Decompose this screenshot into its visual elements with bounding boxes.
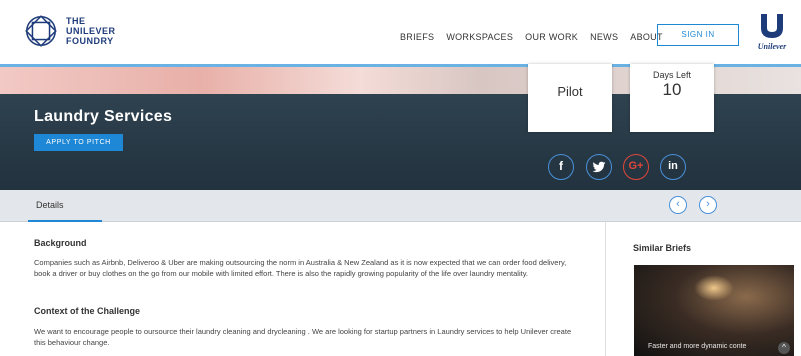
tab-details[interactable]: Details [36,200,64,210]
logo-line-3: FOUNDRY [66,36,114,46]
days-left-label: Days Left [652,70,692,80]
previous-brief-button[interactable]: ‹ [669,196,687,214]
main-nav: BRIEFS WORKSPACES OUR WORK NEWS ABOUT [400,32,663,42]
foundry-logo-icon [25,15,57,47]
context-heading: Context of the Challenge [34,306,141,316]
next-brief-button[interactable]: › [699,196,717,214]
days-left-card: Days Left 10 [630,64,714,132]
sign-in-button[interactable]: SIGN IN [657,24,739,46]
similar-brief-caption: Faster and more dynamic conte [648,343,747,350]
stage-label: Pilot [557,84,583,99]
unilever-u-icon [761,14,783,38]
google-plus-icon[interactable]: G+ [623,154,649,180]
nav-our-work[interactable]: OUR WORK [525,32,578,42]
background-heading: Background [34,238,87,248]
nav-news[interactable]: NEWS [590,32,618,42]
logo-line-1: THE [66,16,86,26]
card-image-light [694,275,734,301]
facebook-icon[interactable]: f [548,154,574,180]
brief-details: Background Companies such as Airbnb, Del… [0,222,606,356]
foundry-logo[interactable]: THE UNILEVER FOUNDRY [22,12,116,50]
page-title: Laundry Services [34,108,173,125]
stage-card: Pilot [528,64,612,132]
similar-briefs-sidebar: Similar Briefs Faster and more dynamic c… [607,222,801,356]
apply-to-pitch-button[interactable]: APPLY TO PITCH [34,134,123,151]
foundry-logo-text: THE UNILEVER FOUNDRY [66,16,116,46]
logo-line-2: UNILEVER [66,26,116,36]
days-left-value: 10 [662,80,682,99]
linkedin-icon[interactable]: in [660,154,686,180]
context-text: We want to encourage people to oursource… [34,327,572,347]
twitter-icon[interactable] [586,154,612,180]
background-text: Companies such as Airbnb, Deliveroo & Ub… [34,258,567,278]
unilever-wordmark: Unilever [757,42,787,51]
site-header: THE UNILEVER FOUNDRY BRIEFS WORKSPACES O… [0,0,801,64]
similar-briefs-heading: Similar Briefs [633,243,692,253]
similar-brief-card[interactable]: Faster and more dynamic conte ^ [634,265,794,356]
scroll-to-top-icon[interactable]: ^ [778,342,790,354]
twitter-bird-icon [592,161,606,173]
unilever-brand-logo[interactable]: Unilever [752,12,792,54]
nav-workspaces[interactable]: WORKSPACES [446,32,513,42]
nav-briefs[interactable]: BRIEFS [400,32,434,42]
